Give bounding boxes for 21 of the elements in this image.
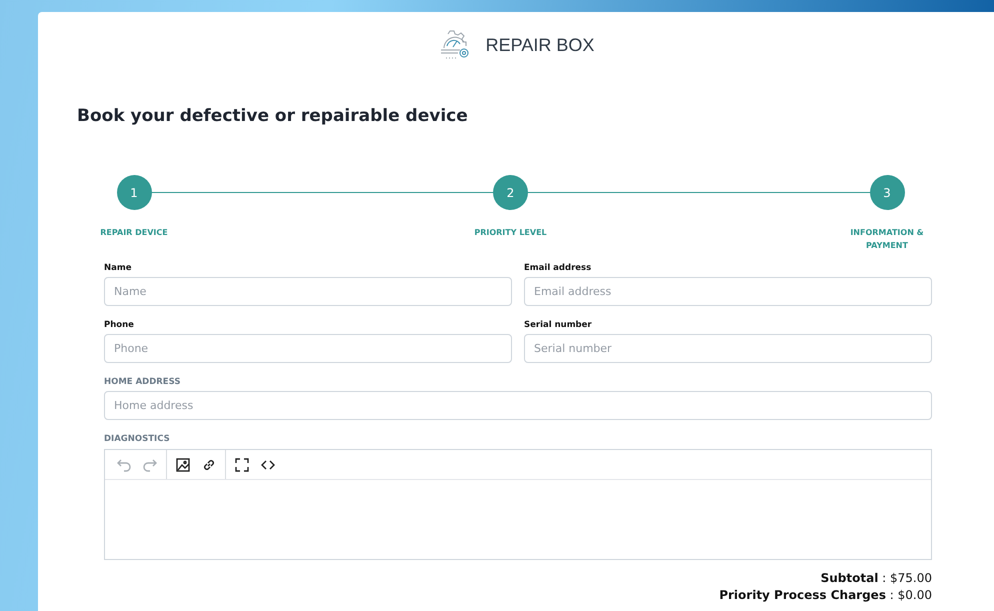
total-line: Priority Process Charges : $0.00 (719, 587, 932, 604)
field-label: Serial number (524, 320, 592, 330)
input-field[interactable]: Email address (524, 277, 932, 306)
step-label: REPAIR DEVICE (99, 227, 169, 239)
input-field[interactable]: Serial number (524, 334, 932, 363)
page-heading: Book your defective or repairable device (77, 106, 469, 126)
brand-name: REPAIR BOX (486, 34, 594, 56)
step-circle[interactable]: 1 (116, 175, 152, 210)
input-field[interactable]: Phone (104, 334, 512, 363)
total-line: Subtotal : $75.00 (820, 570, 932, 587)
field-label: Phone (104, 320, 134, 330)
step-label: PRIORITY LEVEL (473, 227, 548, 239)
step-label: INFORMATION & PAYMENT (849, 227, 925, 252)
input-field[interactable]: Home address (104, 391, 932, 420)
step-circle[interactable]: 2 (493, 175, 528, 210)
field-label: Email address (524, 263, 592, 273)
input-field[interactable]: Name (104, 277, 512, 306)
step-circle[interactable]: 3 (870, 175, 904, 210)
field-label: DIAGNOSTICS (104, 434, 170, 444)
field-label: Name (104, 263, 132, 273)
field-label: HOME ADDRESS (104, 377, 180, 387)
